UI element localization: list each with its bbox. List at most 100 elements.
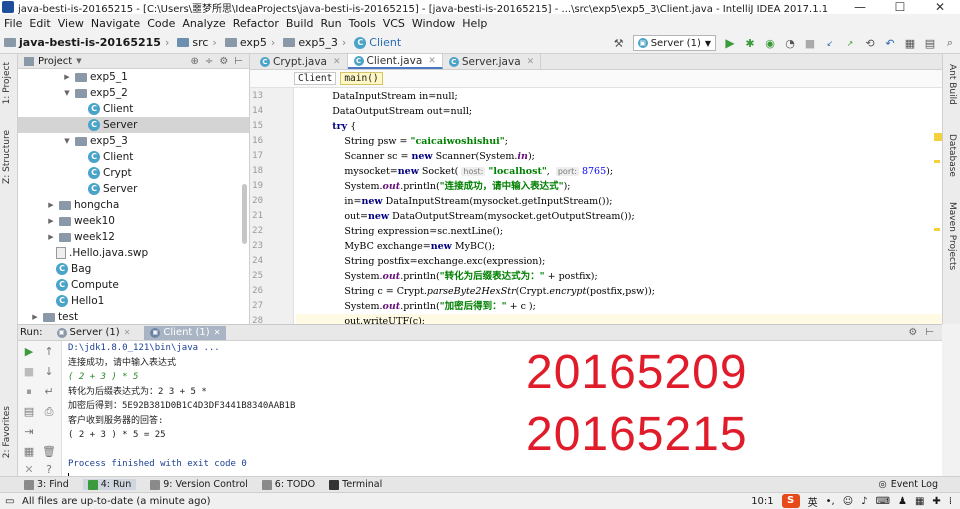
code-line[interactable]: mysocket=new Socket( host: "localhost", … (296, 164, 942, 179)
line-number[interactable]: 13 (243, 89, 263, 104)
warning-marker[interactable] (934, 133, 942, 141)
vcs-update-icon[interactable]: ↙ (822, 35, 838, 51)
menu-build[interactable]: Build (286, 17, 314, 30)
minimize-button[interactable]: — (840, 0, 880, 14)
code-line[interactable]: String postfix=exchange.exc(expression); (296, 254, 942, 269)
mic-icon[interactable]: ♪ (861, 496, 867, 507)
grid-icon[interactable]: ▦ (915, 496, 924, 507)
line-number[interactable]: 24 (243, 254, 263, 269)
tree-item-hongcha[interactable]: ▶ hongcha (18, 197, 249, 213)
run-tab-server[interactable]: ▣ Server (1) ✕ (51, 326, 137, 340)
line-number[interactable]: 21 (243, 209, 263, 224)
tree-item-week12[interactable]: ▶ week12 (18, 229, 249, 245)
menu-refactor[interactable]: Refactor (233, 17, 279, 30)
tree-item-exp5-1[interactable]: ▶ exp5_1 (18, 69, 249, 85)
tree-item-week10[interactable]: ▶ week10 (18, 213, 249, 229)
clear-trash-icon[interactable]: 🗑 (42, 445, 56, 459)
expand-arrow-right-icon[interactable]: ▶ (46, 217, 56, 225)
close-tab-icon[interactable]: ✕ (527, 57, 535, 67)
menu-vcs[interactable]: VCS (383, 17, 405, 30)
code-line[interactable]: try { (296, 119, 942, 134)
build-hammer-icon[interactable]: ⚒ (611, 35, 627, 51)
run-configuration-select[interactable]: ▣ Server (1) ▼ (632, 35, 716, 51)
ime-punct-icon[interactable]: •, (826, 496, 835, 507)
sync-icon[interactable]: ⊕ (191, 56, 199, 67)
tree-item-hello1[interactable]: C Hello1 (18, 293, 249, 309)
line-number[interactable]: 22 (243, 224, 263, 239)
code-line[interactable]: System.out.println("加密后得到：" + c ); (296, 299, 942, 314)
code-line[interactable]: in=new DataInputStream(mysocket.getInput… (296, 194, 942, 209)
find-tool-tab[interactable]: 3: Find (24, 479, 69, 490)
favorites-tool-tab[interactable]: 2: Favorites (2, 406, 12, 458)
project-panel-title[interactable]: Project (38, 56, 72, 67)
tree-item-client[interactable]: C Client (18, 101, 249, 117)
code-line[interactable]: MyBC exchange=new MyBC(); (296, 239, 942, 254)
code-line[interactable]: Scanner sc = new Scanner(System.in); (296, 149, 942, 164)
settings-gear-icon[interactable]: ⚙ (219, 56, 228, 67)
code-view[interactable]: DataInputStream in=null; DataOutputStrea… (296, 88, 942, 324)
emoji-icon[interactable]: ☺ (843, 496, 853, 507)
terminal-tool-tab[interactable]: Terminal (329, 479, 382, 490)
close-icon[interactable]: ✕ (22, 463, 36, 477)
person-icon[interactable]: ♟ (898, 496, 907, 507)
breadcrumb-client[interactable]: C Client (354, 36, 401, 49)
tree-item-compute[interactable]: C Compute (18, 277, 249, 293)
warning-stripe[interactable] (934, 160, 940, 163)
keyboard-icon[interactable]: ⌨ (876, 496, 890, 507)
stop-icon[interactable]: ■ (802, 35, 818, 51)
line-number[interactable]: 20 (243, 194, 263, 209)
close-tab-icon[interactable]: ✕ (124, 328, 131, 337)
print-icon[interactable]: ⎙ (42, 405, 56, 419)
ime-language[interactable]: 英 (808, 494, 818, 509)
help-icon[interactable]: ? (42, 463, 56, 477)
scroll-up-icon[interactable]: ↑ (42, 345, 56, 359)
expand-arrow-right-icon[interactable]: ▶ (46, 201, 56, 209)
menu-tools[interactable]: Tools (349, 17, 376, 30)
database-tab[interactable]: Database (947, 134, 957, 177)
run-tab-client[interactable]: ▣ Client (1) ✕ (144, 325, 227, 340)
tree-item-exp5-2[interactable]: ▼ exp5_2 (18, 85, 249, 101)
line-number[interactable]: 26 (243, 284, 263, 299)
crumb-method[interactable]: main() (340, 72, 383, 85)
project-structure-icon[interactable]: ▦ (902, 35, 918, 51)
code-line[interactable]: DataOutputStream out=null; (296, 104, 942, 119)
breadcrumb-project[interactable]: java-besti-is-20165215 › (4, 36, 173, 49)
breadcrumb-exp5[interactable]: exp5 › (224, 36, 279, 49)
maximize-button[interactable]: ☐ (880, 0, 920, 14)
todo-tool-tab[interactable]: 6: TODO (261, 479, 315, 490)
history-icon[interactable]: ⟲ (862, 35, 878, 51)
line-number[interactable]: 19 (243, 179, 263, 194)
line-number[interactable]: 25 (243, 269, 263, 284)
tab-crypt-java[interactable]: C Crypt.java ✕ (254, 54, 348, 69)
rerun-icon[interactable]: ▶ (22, 345, 36, 359)
code-line[interactable]: out.writeUTF(c); (296, 314, 942, 324)
line-number[interactable]: 16 (243, 134, 263, 149)
menu-navigate[interactable]: Navigate (91, 17, 140, 30)
dropdown-arrow-icon[interactable]: ▼ (76, 57, 81, 65)
tree-item-server[interactable]: C Server (18, 117, 249, 133)
tab-server-java[interactable]: C Server.java ✕ (443, 54, 542, 69)
scroll-down-icon[interactable]: ↓ (42, 365, 56, 379)
console-output[interactable]: D:\jdk1.8.0_121\bin\java ... 连接成功，请中输入表达式… (68, 341, 938, 477)
tab-client-java[interactable]: C Client.java ✕ (347, 54, 443, 69)
exit-icon[interactable]: ⇥ (22, 425, 36, 439)
status-layout-icon[interactable]: ▭ (5, 496, 14, 507)
code-line[interactable]: String c = Crypt.parseByte2HexStr(Crypt.… (296, 284, 942, 299)
layout-icon[interactable]: ▦ (22, 445, 36, 459)
run-tool-tab[interactable]: 4: Run (82, 479, 137, 490)
ant-build-tab[interactable]: Ant Build (947, 64, 957, 105)
ime-badge-icon[interactable]: S (781, 494, 800, 508)
shirt-icon[interactable]: ✚ (932, 496, 940, 507)
menu-window[interactable]: Window (412, 17, 455, 30)
cursor-position[interactable]: 10:1 (751, 496, 773, 507)
project-tool-tab[interactable]: 1: Project (2, 62, 12, 104)
close-tab-icon[interactable]: ✕ (214, 328, 221, 337)
warning-stripe[interactable] (934, 228, 940, 231)
pause-icon[interactable]: ⏸ (22, 385, 36, 399)
tree-item-bag[interactable]: C Bag (18, 261, 249, 277)
tree-item-client[interactable]: C Client (18, 149, 249, 165)
line-number[interactable]: 18 (243, 164, 263, 179)
line-number[interactable]: 23 (243, 239, 263, 254)
debug-icon[interactable]: ✱ (742, 35, 758, 51)
menu-code[interactable]: Code (147, 17, 175, 30)
